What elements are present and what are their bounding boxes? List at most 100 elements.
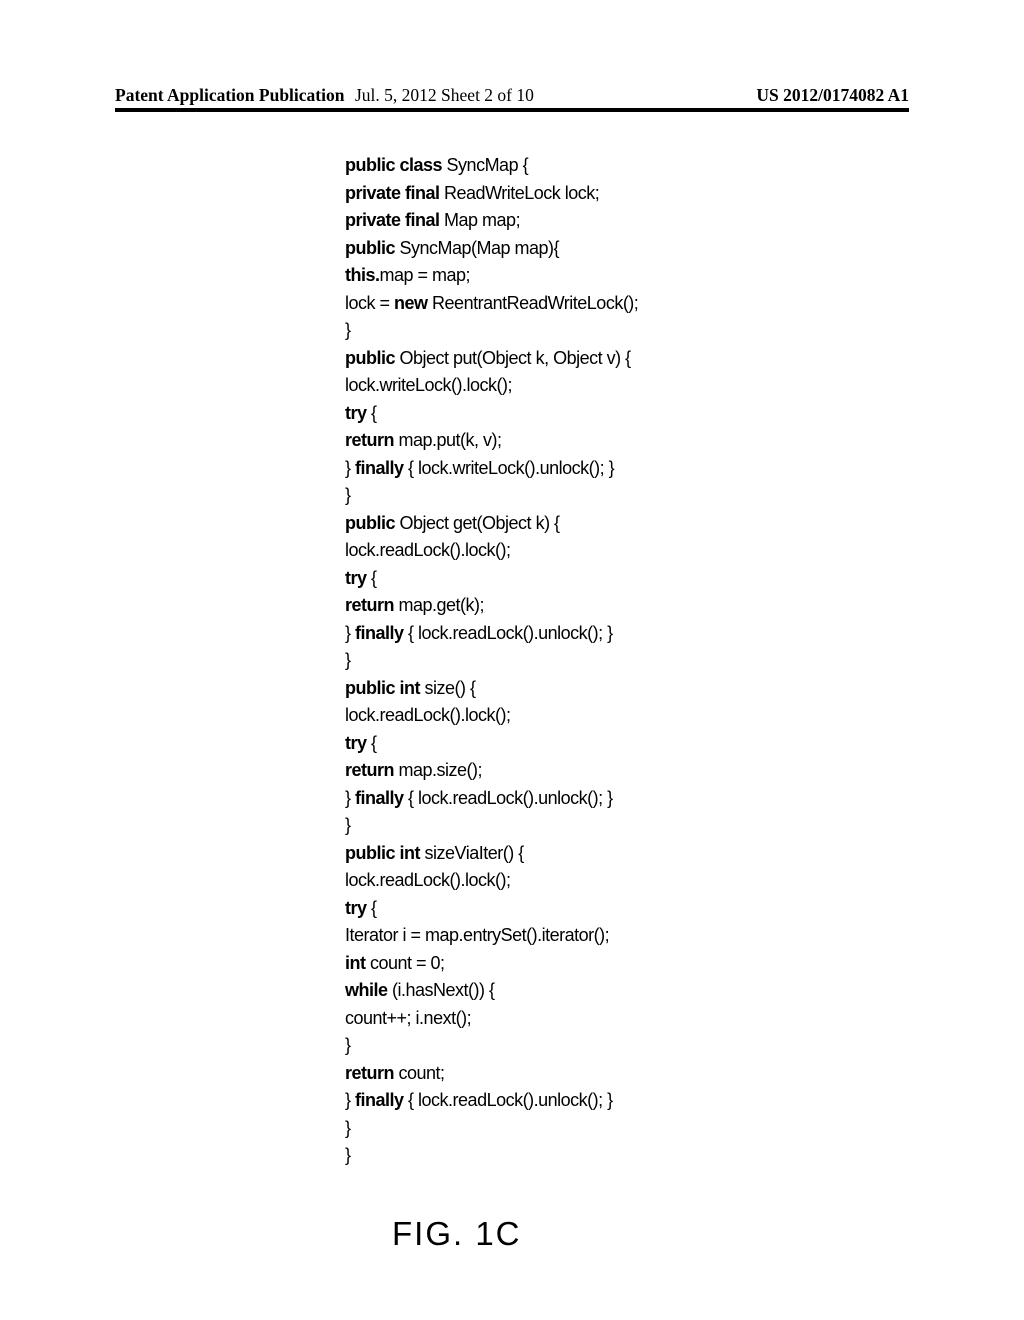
code-text: { (371, 403, 377, 423)
code-text: Object put(Object k, Object v) { (400, 348, 631, 368)
code-line: try { (345, 895, 638, 923)
code-line: lock.readLock().lock(); (345, 702, 638, 730)
code-keyword: public int (345, 678, 425, 698)
code-text: } (345, 1118, 351, 1138)
code-line: Iterator i = map.entrySet().iterator(); (345, 922, 638, 950)
code-text: Object get(Object k) { (400, 513, 560, 533)
code-keyword: return (345, 430, 399, 450)
code-line: } finally { lock.writeLock().unlock(); } (345, 455, 638, 483)
code-line: lock.writeLock().lock(); (345, 372, 638, 400)
code-line: lock = new ReentrantReadWriteLock(); (345, 290, 638, 318)
code-line: public class SyncMap { (345, 152, 638, 180)
code-line: while (i.hasNext()) { (345, 977, 638, 1005)
code-keyword: try (345, 403, 371, 423)
code-text: { lock.writeLock().unlock(); } (408, 458, 614, 478)
code-text: } (345, 623, 355, 643)
code-text: } (345, 1035, 351, 1055)
code-text: map.put(k, v); (399, 430, 502, 450)
code-keyword: public (345, 348, 400, 368)
header-left: Patent Application Publication (115, 85, 344, 106)
code-text: lock.readLock().lock(); (345, 705, 511, 725)
header-right: US 2012/0174082 A1 (756, 85, 909, 106)
code-text: { (371, 733, 377, 753)
code-keyword: finally (355, 788, 408, 808)
code-keyword: try (345, 568, 371, 588)
code-line: } (345, 317, 638, 345)
code-keyword: public class (345, 155, 447, 175)
code-text: Map map; (444, 210, 520, 230)
code-line: lock.readLock().lock(); (345, 537, 638, 565)
code-keyword: try (345, 733, 371, 753)
code-text: } (345, 1090, 355, 1110)
code-line: } (345, 1032, 638, 1060)
code-keyword: finally (355, 623, 408, 643)
code-text: { lock.readLock().unlock(); } (408, 623, 613, 643)
code-keyword: int (345, 953, 370, 973)
code-line: return count; (345, 1060, 638, 1088)
page-header: Patent Application Publication Jul. 5, 2… (0, 85, 1024, 106)
code-line: private final ReadWriteLock lock; (345, 180, 638, 208)
code-keyword: return (345, 595, 399, 615)
code-text: { (371, 568, 377, 588)
code-line: int count = 0; (345, 950, 638, 978)
code-keyword: while (345, 980, 392, 1000)
code-line: public int sizeViaIter() { (345, 840, 638, 868)
code-text: ReadWriteLock lock; (444, 183, 599, 203)
code-text: sizeViaIter() { (425, 843, 524, 863)
code-text: (i.hasNext()) { (392, 980, 495, 1000)
code-line: } finally { lock.readLock().unlock(); } (345, 785, 638, 813)
code-line: try { (345, 400, 638, 428)
code-keyword: public int (345, 843, 425, 863)
code-line: } finally { lock.readLock().unlock(); } (345, 620, 638, 648)
code-line: this.map = map; (345, 262, 638, 290)
code-text: SyncMap(Map map){ (400, 238, 560, 258)
code-text: { (371, 898, 377, 918)
code-text: map.size(); (399, 760, 483, 780)
code-line: public Object get(Object k) { (345, 510, 638, 538)
code-text: lock = (345, 293, 394, 313)
code-line: try { (345, 730, 638, 758)
code-keyword: public (345, 238, 400, 258)
code-text: Iterator i = map.entrySet().iterator(); (345, 925, 609, 945)
code-keyword: this. (345, 265, 380, 285)
code-keyword: finally (355, 1090, 408, 1110)
code-text: } (345, 1145, 351, 1165)
code-line: } (345, 647, 638, 675)
code-text: count++; i.next(); (345, 1008, 471, 1028)
code-text: } (345, 650, 351, 670)
code-line: } (345, 1142, 638, 1170)
code-line: } (345, 1115, 638, 1143)
code-text: { lock.readLock().unlock(); } (408, 788, 613, 808)
code-text: SyncMap { (447, 155, 529, 175)
code-text: } (345, 815, 351, 835)
code-text: count; (399, 1063, 445, 1083)
code-text: } (345, 485, 351, 505)
code-keyword: private final (345, 183, 444, 203)
code-text: size() { (425, 678, 476, 698)
code-text: map = map; (380, 265, 471, 285)
code-line: lock.readLock().lock(); (345, 867, 638, 895)
code-line: return map.get(k); (345, 592, 638, 620)
figure-caption: FIG. 1C (392, 1215, 522, 1253)
code-text: map.get(k); (399, 595, 485, 615)
code-keyword: new (394, 293, 432, 313)
code-text: count = 0; (370, 953, 445, 973)
code-text: } (345, 458, 355, 478)
header-rule (115, 108, 909, 112)
code-text: lock.readLock().lock(); (345, 540, 511, 560)
code-keyword: return (345, 760, 399, 780)
code-line: } (345, 482, 638, 510)
code-text: { lock.readLock().unlock(); } (408, 1090, 613, 1110)
code-line: } (345, 812, 638, 840)
code-line: public Object put(Object k, Object v) { (345, 345, 638, 373)
code-text: lock.writeLock().lock(); (345, 375, 512, 395)
header-mid: Jul. 5, 2012 Sheet 2 of 10 (355, 85, 534, 106)
code-line: } finally { lock.readLock().unlock(); } (345, 1087, 638, 1115)
code-listing: public class SyncMap {private final Read… (345, 152, 638, 1170)
code-keyword: try (345, 898, 371, 918)
code-line: return map.size(); (345, 757, 638, 785)
code-line: count++; i.next(); (345, 1005, 638, 1033)
code-text: } (345, 788, 355, 808)
code-line: return map.put(k, v); (345, 427, 638, 455)
code-text: } (345, 320, 351, 340)
